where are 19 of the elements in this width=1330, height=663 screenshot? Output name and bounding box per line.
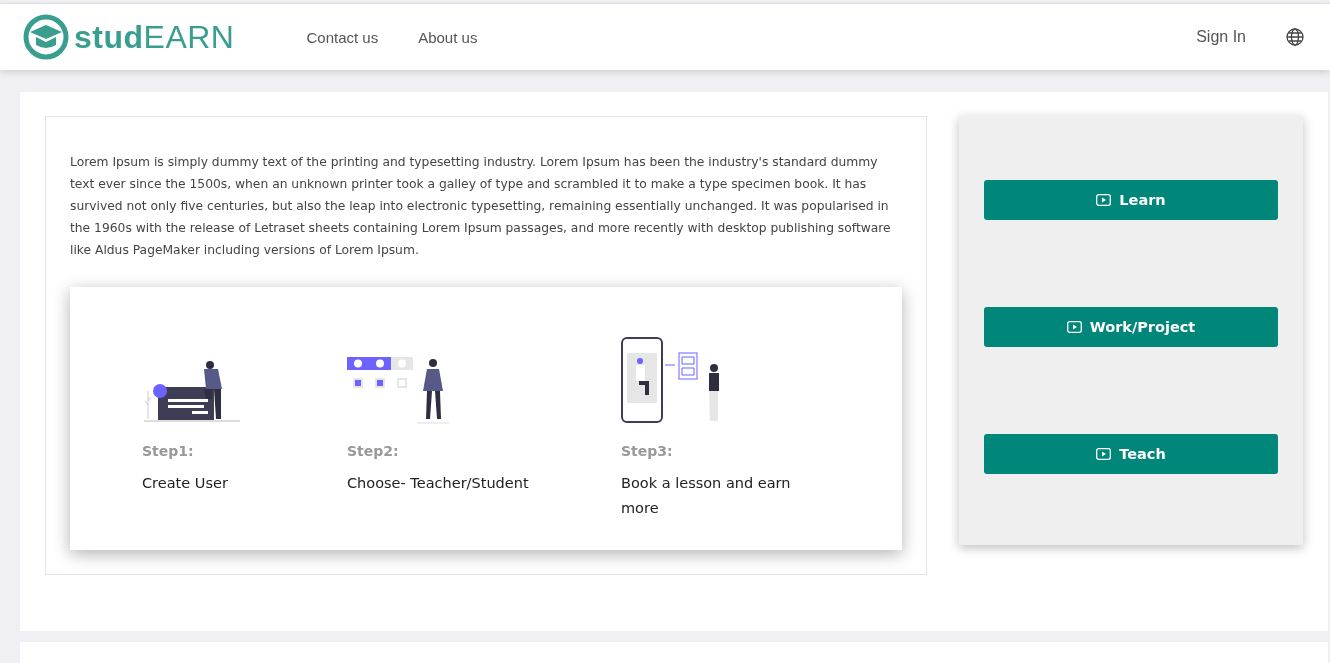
play-icon: [1096, 194, 1112, 206]
step-label: Step1:: [142, 443, 195, 459]
nav-link[interactable]: Contact us: [306, 28, 379, 46]
step-label: Step2:: [347, 443, 400, 459]
action-button[interactable]: Teach: [984, 434, 1278, 474]
logo-icon: [22, 13, 70, 61]
step-title: Choose- Teacher/Student: [347, 474, 530, 493]
play-icon: [1096, 448, 1112, 460]
nav-link[interactable]: About us: [418, 28, 478, 46]
logo-text[interactable]: studEARN: [74, 18, 235, 56]
intro-paragraph: Lorem Ipsum is simply dummy text of the printing and typesetting industry. Lorem Ipsum has been the industry's standard dummy text ever since the 1500s, when an unknown printer took a galley of type and scrambled it to make a type specimen book. It has survived not only five centuries, but also the leap into electronic typesetting, remaining essentially unchanged. It was popularised in the 1960s with the release of Letraset sheets containing Lorem Ipsum passages, and more recently with desktop publishing software like Aldus PageMaker including versions of Lorem Ipsum.: [70, 154, 892, 259]
globe-icon[interactable]: [1286, 28, 1304, 46]
step-label: Step3:: [621, 443, 674, 459]
action-button[interactable]: Learn: [984, 180, 1278, 220]
step-title: Create User: [142, 474, 229, 493]
action-button[interactable]: Work/Project: [984, 307, 1278, 347]
step-title: Book a lesson and earn more: [621, 474, 792, 518]
sign-in-link[interactable]: Sign In: [1196, 28, 1246, 46]
play-icon: [1066, 321, 1082, 333]
